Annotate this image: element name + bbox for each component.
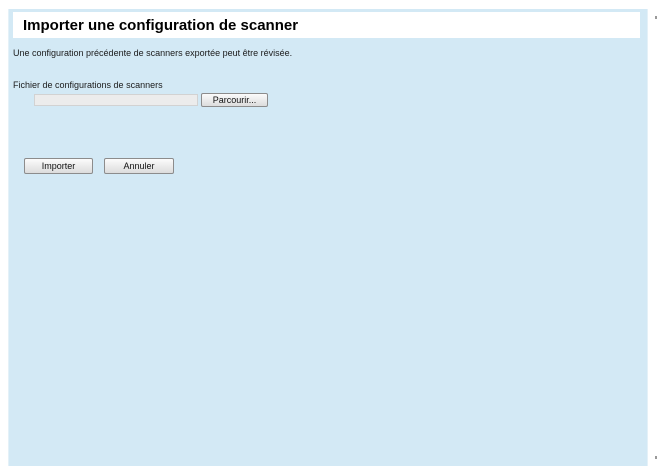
scroll-edge-bottom	[655, 456, 657, 459]
file-path-input[interactable]	[34, 94, 198, 106]
cancel-button[interactable]: Annuler	[104, 158, 174, 174]
title-bar: Importer une configuration de scanner	[13, 12, 640, 38]
browse-button[interactable]: Parcourir...	[201, 93, 268, 107]
scroll-edge-top	[655, 16, 657, 19]
content-panel: Importer une configuration de scanner Un…	[8, 9, 648, 466]
page-title: Importer une configuration de scanner	[23, 17, 299, 34]
import-button[interactable]: Importer	[24, 158, 93, 174]
page-description: Une configuration précédente de scanners…	[13, 48, 293, 58]
file-field-label: Fichier de configurations de scanners	[13, 80, 163, 90]
